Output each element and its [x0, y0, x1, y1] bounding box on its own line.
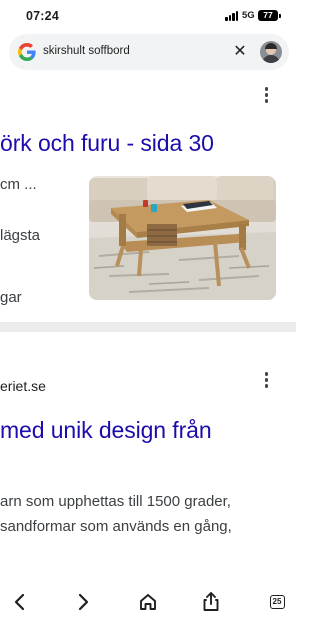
- result1-title-link[interactable]: örk och furu - sida 30: [0, 130, 214, 157]
- result2-site-name[interactable]: eriet.se: [0, 378, 46, 394]
- result1-thumbnail-image[interactable]: [89, 176, 276, 300]
- home-icon: [140, 594, 156, 610]
- result1-snippet-line2: lägsta: [0, 227, 41, 244]
- avatar[interactable]: [260, 41, 282, 63]
- forward-icon: [78, 593, 89, 611]
- bottom-toolbar: 25: [0, 582, 296, 640]
- network-type: 5G: [242, 10, 255, 21]
- tabs-count: 25: [269, 595, 285, 609]
- share-button[interactable]: [199, 590, 223, 614]
- google-logo-icon: [18, 43, 36, 61]
- status-time: 07:24: [26, 9, 59, 23]
- home-button[interactable]: [136, 590, 160, 614]
- result2-title-link[interactable]: med unik design från: [0, 417, 212, 444]
- clear-search-button[interactable]: ✕: [230, 42, 250, 62]
- search-query[interactable]: skirshult soffbord: [43, 45, 130, 57]
- back-button[interactable]: [8, 590, 32, 614]
- signal-icon: [225, 11, 239, 21]
- battery-icon: 77: [258, 10, 281, 21]
- section-divider: [0, 322, 296, 332]
- result2-body-line2: sandformar som används en gång,: [0, 518, 232, 535]
- tabs-button[interactable]: 25: [265, 590, 289, 614]
- coffee-table-photo-icon: [89, 176, 276, 300]
- result2-body-line1: arn som upphettas till 1500 grader,: [0, 493, 231, 510]
- forward-button[interactable]: [71, 590, 95, 614]
- battery-level: 77: [263, 10, 273, 20]
- search-bar[interactable]: skirshult soffbord ✕: [9, 34, 289, 70]
- share-icon: [203, 592, 219, 611]
- result1-more-options-icon[interactable]: [261, 86, 271, 104]
- result1-snippet-line3: gar: [0, 289, 22, 306]
- result2-more-options-icon[interactable]: [261, 371, 271, 389]
- status-bar: 07:24 5G 77: [0, 0, 296, 30]
- back-icon: [14, 593, 25, 611]
- tabs-icon: 25: [265, 590, 289, 614]
- result1-snippet-line1: cm ...: [0, 176, 37, 193]
